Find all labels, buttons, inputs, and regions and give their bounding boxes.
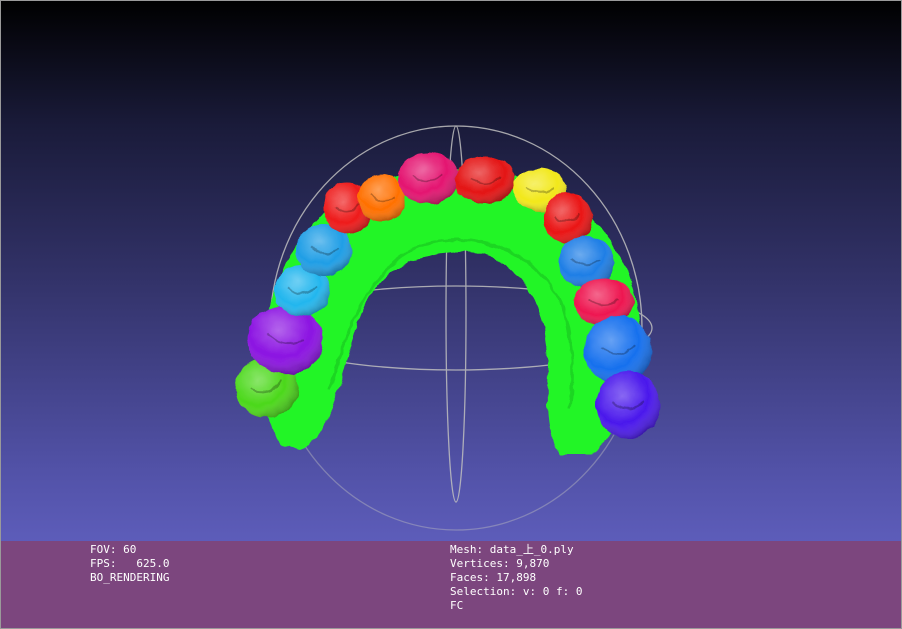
tooth-shading <box>596 371 660 439</box>
mesh-name: Mesh: data_上_0.ply <box>450 543 574 556</box>
vertex-count: Vertices: 9,870 <box>450 557 550 570</box>
tooth-8[interactable] <box>455 156 515 204</box>
info-overlay: FOV: 60 FPS: 625.0 BO_RENDERING Mesh: da… <box>0 541 902 629</box>
render-info: FOV: 60 FPS: 625.0 BO_RENDERING <box>90 543 169 585</box>
tooth-7[interactable] <box>398 152 458 204</box>
3d-viewport[interactable]: FOV: 60 FPS: 625.0 BO_RENDERING Mesh: da… <box>0 0 902 629</box>
selection-info: Selection: v: 0 f: 0 <box>450 585 583 598</box>
fps-readout: FPS: 625.0 <box>90 557 170 570</box>
face-count: Faces: 17,898 <box>450 571 537 584</box>
fov-readout: FOV: 60 <box>90 543 137 556</box>
mesh-info: Mesh: data_上_0.ply Vertices: 9,870 Faces… <box>450 543 582 613</box>
extra-info: FC <box>450 599 464 612</box>
mesh-scene[interactable] <box>0 0 902 541</box>
tooth-14[interactable] <box>596 371 660 439</box>
tooth-shading <box>398 152 458 204</box>
render-mode: BO_RENDERING <box>90 571 170 584</box>
tooth-shading <box>455 156 515 204</box>
